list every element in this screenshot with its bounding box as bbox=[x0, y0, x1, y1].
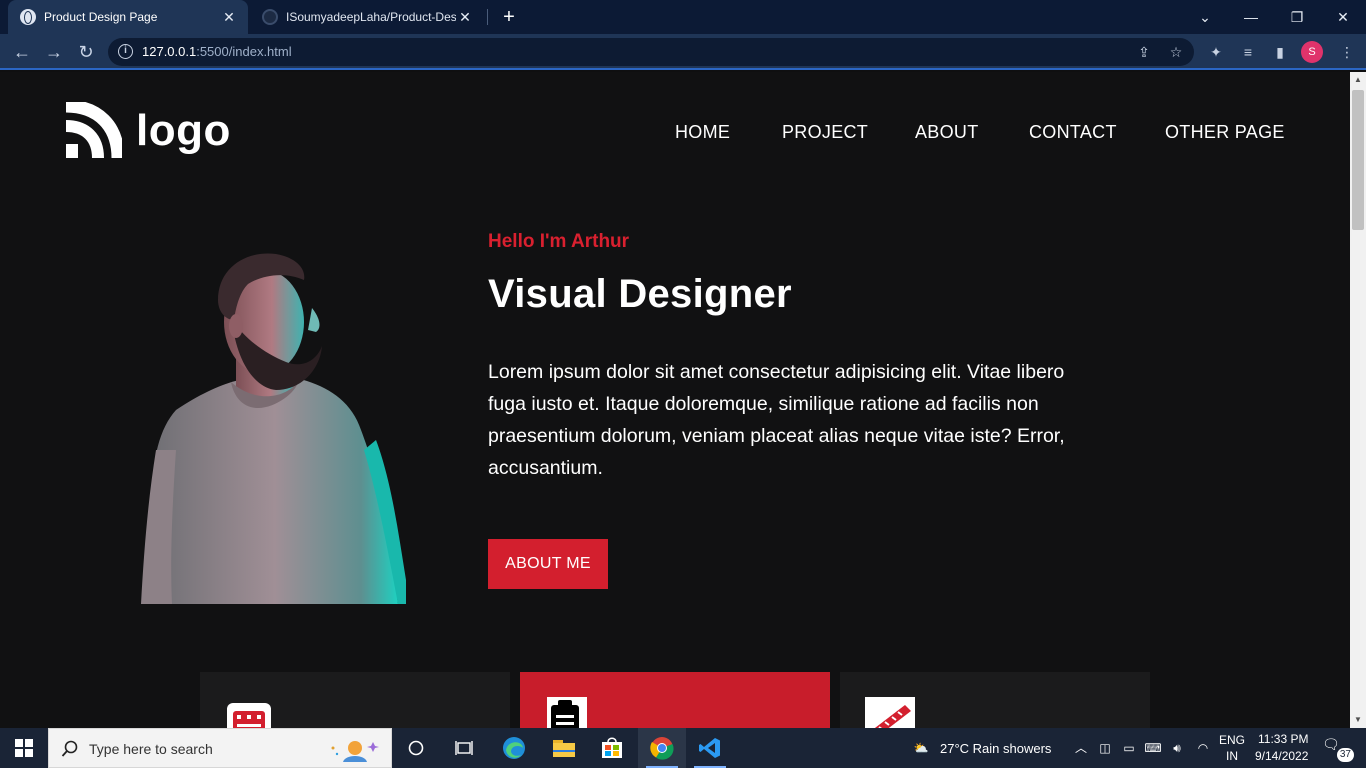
notification-icon: 🗨︎ bbox=[1322, 736, 1340, 752]
side-panel-icon[interactable]: ▮ bbox=[1269, 41, 1291, 63]
scrollbar-thumb[interactable] bbox=[1352, 90, 1364, 230]
service-card[interactable] bbox=[520, 672, 830, 728]
clock-date[interactable]: 9/14/2022 bbox=[1255, 749, 1308, 763]
tab-title: ISoumyadeepLaha/Product-Desig bbox=[286, 10, 456, 24]
new-tab-button[interactable]: + bbox=[498, 6, 520, 28]
taskbar-store[interactable] bbox=[588, 728, 636, 768]
url-path: :5500/index.html bbox=[196, 44, 292, 59]
folder-icon bbox=[553, 740, 575, 757]
start-button[interactable] bbox=[0, 728, 48, 768]
back-arrow-icon[interactable]: ← bbox=[10, 40, 34, 64]
browser-menu-icon[interactable]: ⋮ bbox=[1336, 41, 1358, 63]
tab-product-design-page[interactable]: Product Design Page ✕ bbox=[8, 0, 248, 34]
windows-logo-icon bbox=[15, 739, 33, 757]
close-window-button[interactable]: ✕ bbox=[1320, 0, 1366, 34]
browser-toolbar: ← → ↻ i 127.0.0.1:5500/index.html ⇪ ☆ ✦ … bbox=[0, 34, 1366, 70]
restore-button[interactable]: ❐ bbox=[1274, 0, 1320, 34]
taskbar-edge[interactable] bbox=[490, 728, 538, 768]
page-scrollbar[interactable]: ▲ ▼ bbox=[1350, 72, 1366, 728]
wifi-icon[interactable]: ◠ bbox=[1193, 738, 1213, 758]
notification-count-badge: 37 bbox=[1336, 748, 1354, 762]
hero-portrait-image bbox=[141, 253, 406, 604]
taskbar-file-explorer[interactable] bbox=[540, 728, 588, 768]
globe-icon bbox=[20, 9, 36, 25]
nav-home[interactable]: HOME bbox=[675, 122, 730, 143]
language-top[interactable]: ENG bbox=[1219, 733, 1245, 747]
reload-icon[interactable]: ↻ bbox=[74, 40, 98, 64]
close-tab-icon[interactable]: ✕ bbox=[456, 9, 474, 26]
bookmark-star-icon[interactable]: ☆ bbox=[1166, 42, 1186, 62]
search-icon bbox=[61, 740, 78, 757]
about-me-button[interactable]: ABOUT ME bbox=[488, 539, 608, 589]
hero-description: Lorem ipsum dolor sit amet consectetur a… bbox=[488, 361, 1065, 479]
nav-other-page[interactable]: OTHER PAGE bbox=[1165, 122, 1285, 143]
url-host: 127.0.0.1 bbox=[142, 44, 197, 59]
search-placeholder: Type here to search bbox=[89, 741, 213, 757]
language-bottom[interactable]: IN bbox=[1226, 749, 1238, 763]
vscode-icon bbox=[699, 738, 720, 758]
clipboard-icon bbox=[547, 697, 587, 728]
task-view-icon bbox=[455, 741, 473, 755]
volume-icon[interactable]: 🔊︎ bbox=[1167, 738, 1187, 758]
service-card[interactable] bbox=[840, 672, 1150, 728]
minimize-button[interactable]: — bbox=[1228, 0, 1274, 34]
tab-separator bbox=[487, 9, 488, 25]
profile-avatar[interactable]: S bbox=[1301, 41, 1323, 63]
close-tab-icon[interactable]: ✕ bbox=[220, 9, 238, 26]
taskbar-search-box[interactable]: Type here to search bbox=[48, 728, 392, 768]
search-highlight-icon bbox=[331, 741, 379, 762]
share-icon[interactable]: ⇪ bbox=[1134, 42, 1154, 62]
windows-taskbar: Type here to search ⛅ 27°C Rain showers … bbox=[0, 728, 1366, 768]
cortana-button[interactable] bbox=[392, 728, 440, 768]
chrome-icon bbox=[650, 737, 674, 760]
mixer-icon bbox=[227, 703, 271, 728]
task-view-button[interactable] bbox=[440, 728, 488, 768]
input-indicator-icon[interactable]: ⌨ bbox=[1143, 738, 1163, 758]
forward-arrow-icon[interactable]: → bbox=[42, 40, 66, 64]
scroll-up-arrow-icon[interactable]: ▲ bbox=[1350, 72, 1366, 88]
nav-about[interactable]: ABOUT bbox=[915, 122, 979, 143]
tab-title: Product Design Page bbox=[44, 10, 158, 24]
tray-expand-chevron-icon[interactable]: ︿ bbox=[1071, 738, 1091, 758]
site-info-icon[interactable]: i bbox=[118, 44, 133, 59]
edge-browser-icon bbox=[503, 737, 525, 759]
nav-contact[interactable]: CONTACT bbox=[1029, 122, 1117, 143]
weather-text[interactable]: 27°C Rain showers bbox=[940, 741, 1051, 756]
github-icon bbox=[262, 9, 278, 25]
page-viewport: logo HOME PROJECT ABOUT CONTACT OTHER PA… bbox=[0, 72, 1350, 728]
taskbar-vscode[interactable] bbox=[686, 728, 734, 768]
taskbar-chrome[interactable] bbox=[638, 728, 686, 768]
battery-icon[interactable]: ▭ bbox=[1119, 738, 1139, 758]
tab-search-chevron-icon[interactable]: ⌄ bbox=[1182, 0, 1228, 34]
weather-cloud-icon[interactable]: ⛅ bbox=[908, 738, 934, 758]
notification-center-button[interactable]: 🗨︎ 37 bbox=[1322, 736, 1354, 762]
store-bag-icon bbox=[602, 737, 622, 758]
media-queue-icon[interactable]: ≡ bbox=[1237, 41, 1259, 63]
browser-tab-strip: Product Design Page ✕ ISoumyadeepLaha/Pr… bbox=[0, 0, 1366, 34]
address-bar[interactable]: i 127.0.0.1:5500/index.html ⇪ ☆ bbox=[108, 38, 1194, 66]
url-text[interactable]: 127.0.0.1:5500/index.html bbox=[142, 44, 292, 59]
service-card[interactable] bbox=[200, 672, 510, 728]
scroll-down-arrow-icon[interactable]: ▼ bbox=[1350, 712, 1366, 728]
main-nav: HOME PROJECT ABOUT CONTACT OTHER PAGE bbox=[0, 122, 1350, 146]
nav-project[interactable]: PROJECT bbox=[782, 122, 868, 143]
hero-title: Visual Designer bbox=[488, 272, 792, 316]
ruler-icon bbox=[865, 697, 915, 728]
meet-now-icon[interactable]: ◫ bbox=[1095, 738, 1115, 758]
hero-greeting: Hello I'm Arthur bbox=[488, 231, 630, 252]
clock-time[interactable]: 11:33 PM bbox=[1258, 732, 1308, 746]
extensions-puzzle-icon[interactable]: ✦ bbox=[1205, 41, 1227, 63]
tab-github-repo[interactable]: ISoumyadeepLaha/Product-Desig ✕ bbox=[250, 0, 484, 34]
cortana-circle-icon bbox=[408, 740, 424, 756]
